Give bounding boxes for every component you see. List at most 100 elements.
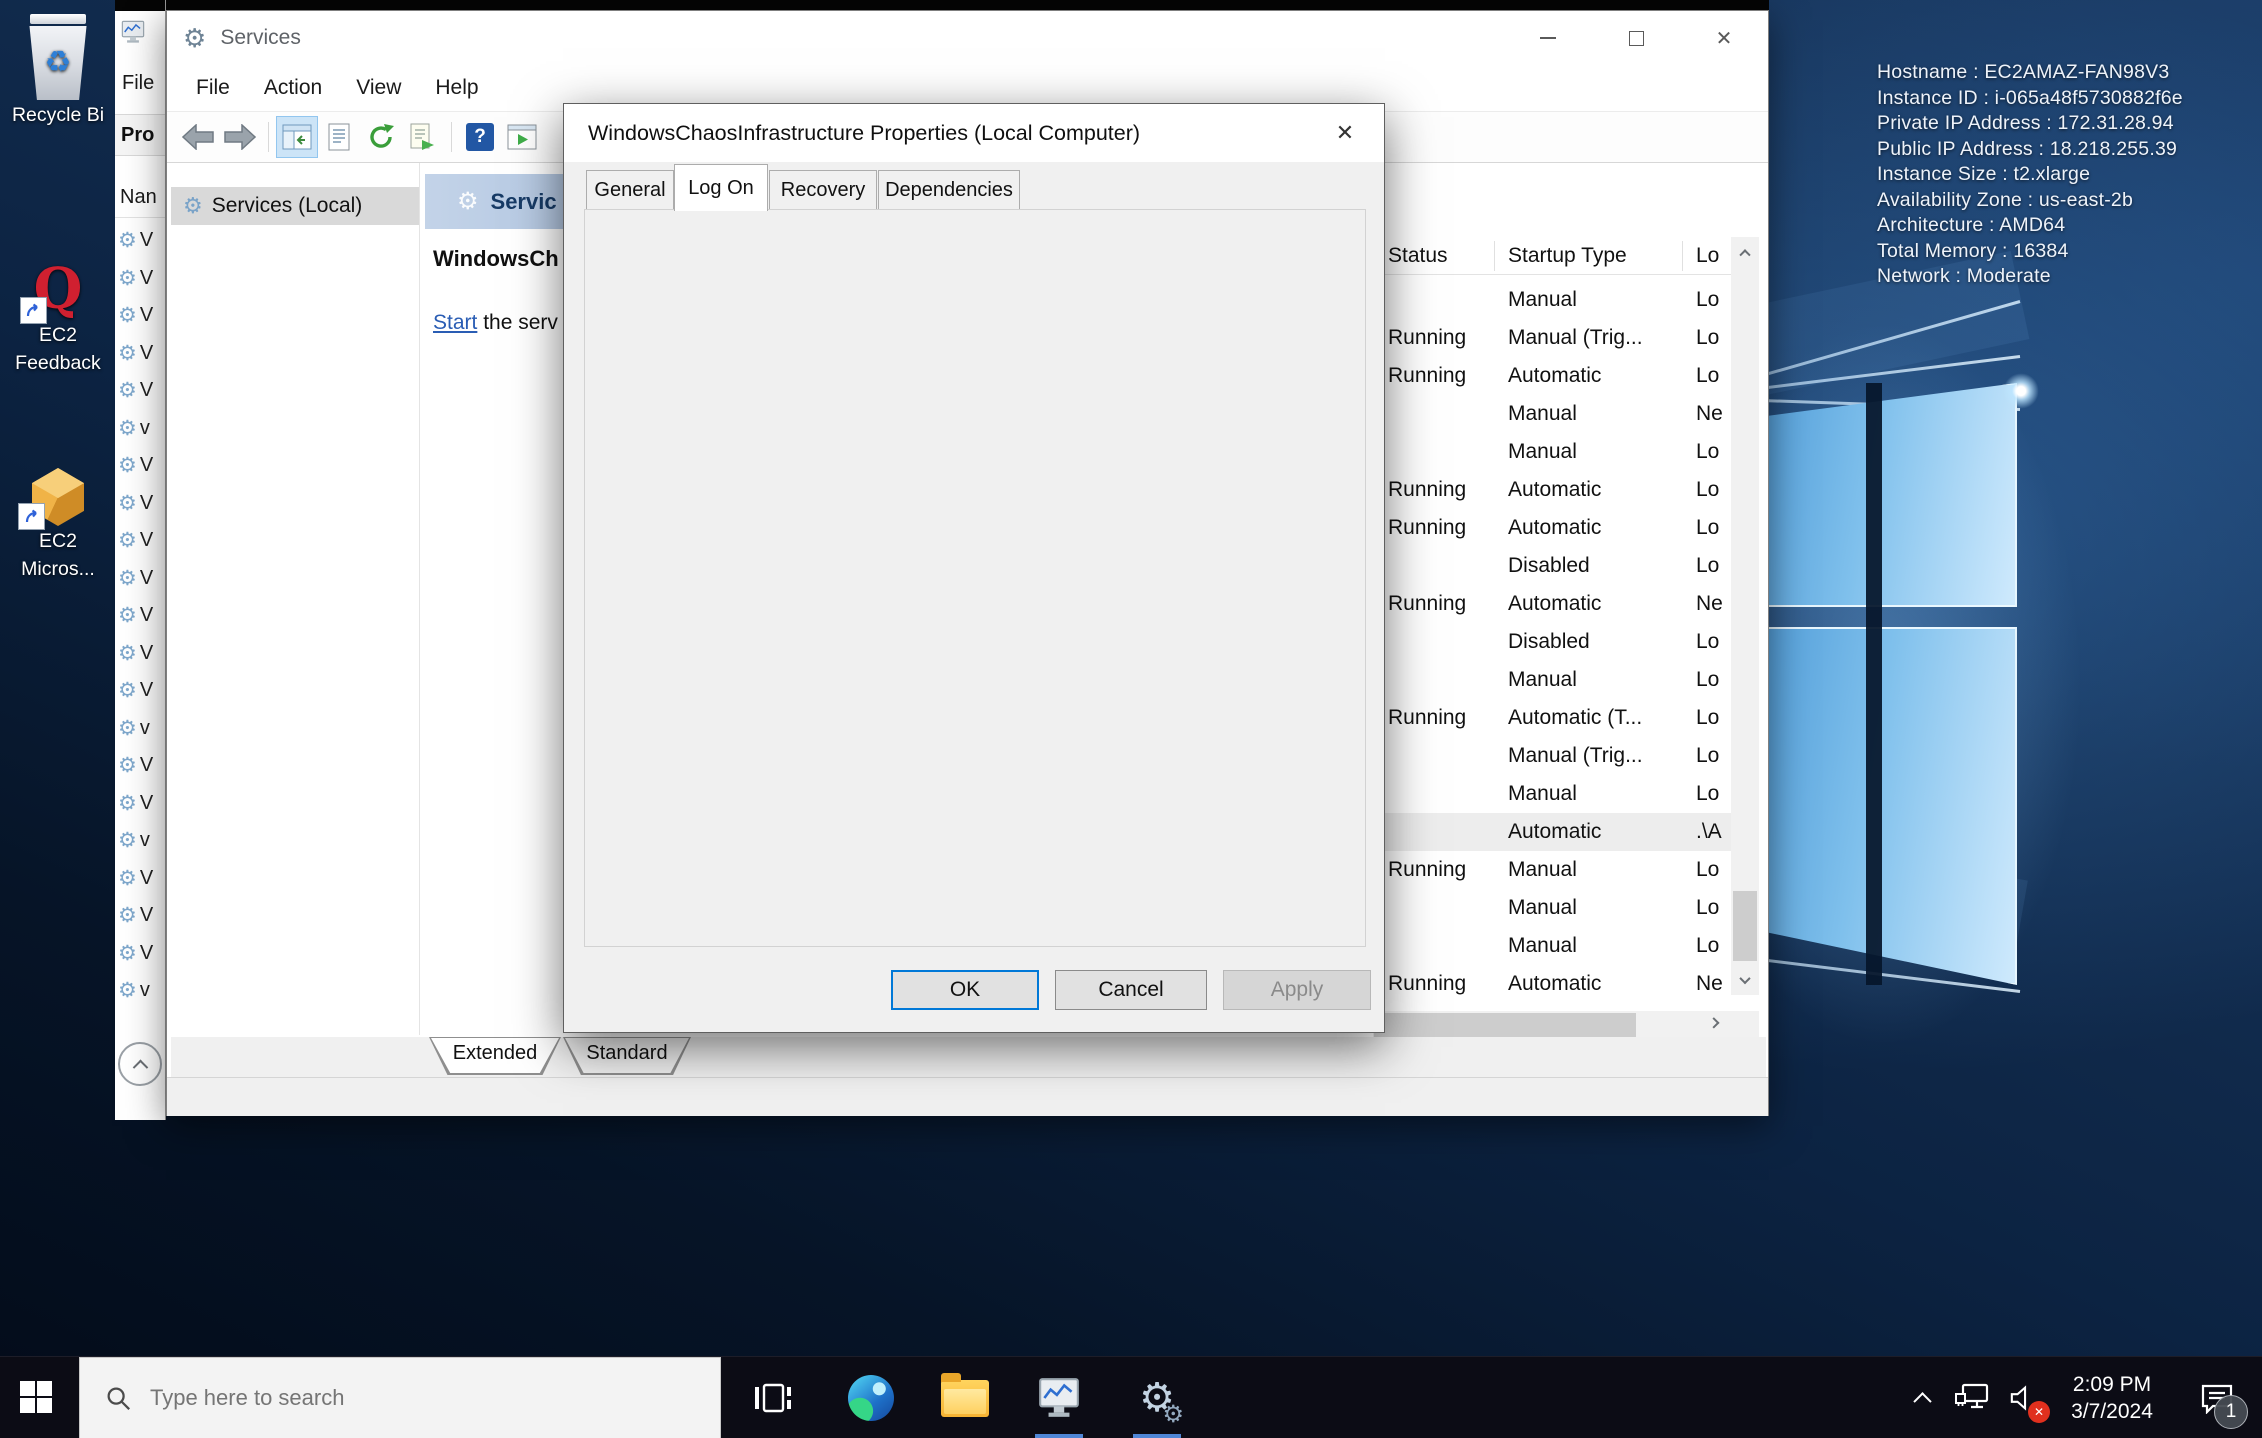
background-service-row[interactable]: ⚙ V (115, 897, 165, 935)
column-separator[interactable] (1494, 241, 1495, 271)
back-button[interactable] (177, 116, 219, 158)
start-button[interactable] (0, 1357, 74, 1438)
background-service-row[interactable]: ⚙ V (115, 935, 165, 973)
tree-item-services-local[interactable]: ⚙ Services (Local) (171, 187, 419, 225)
tab-general[interactable]: General (586, 170, 674, 210)
background-service-row[interactable]: ⚙ V (115, 260, 165, 298)
action-center-button[interactable]: 1 (2180, 1357, 2254, 1438)
background-service-row[interactable]: ⚙ V (115, 785, 165, 823)
services-taskbar-button[interactable]: ⚙ ⚙ (1122, 1357, 1192, 1438)
horizontal-scrollbar[interactable] (1374, 1011, 1731, 1039)
background-service-row[interactable]: ⚙ v (115, 822, 165, 860)
service-row[interactable]: Disabled Lo (1374, 623, 1731, 661)
ok-button[interactable]: OK (891, 970, 1039, 1010)
service-row[interactable]: Disabled Lo (1374, 547, 1731, 585)
background-service-row[interactable]: ⚙ V (115, 860, 165, 898)
service-row[interactable]: Manual Lo (1374, 927, 1731, 965)
tab-standard[interactable]: Standard (563, 1037, 691, 1075)
tab-recovery[interactable]: Recovery (769, 170, 877, 210)
background-service-row[interactable]: ⚙ V (115, 485, 165, 523)
background-service-row[interactable]: ⚙ V (115, 522, 165, 560)
edge-browser-button[interactable] (836, 1357, 906, 1438)
background-service-row[interactable]: ⚙ V (115, 672, 165, 710)
service-row[interactable]: Automatic .\A (1374, 813, 1731, 851)
file-explorer-button[interactable] (932, 1357, 998, 1438)
service-row[interactable]: Running Automatic Ne (1374, 585, 1731, 623)
tab-dependencies[interactable]: Dependencies (878, 170, 1020, 210)
taskbar-clock[interactable]: 2:09 PM 3/7/2024 (2052, 1357, 2172, 1438)
services-titlebar[interactable]: ⚙ Services ✕ (167, 11, 1768, 65)
taskbar-search[interactable] (79, 1357, 721, 1438)
service-row[interactable]: Running Automatic (T... Lo (1374, 699, 1731, 737)
apply-button[interactable]: Apply (1223, 970, 1371, 1010)
column-header-log-on-as[interactable]: Lo (1696, 237, 1719, 275)
service-row[interactable]: Manual Ne (1374, 395, 1731, 433)
service-row[interactable]: Manual Lo (1374, 281, 1731, 319)
background-window-name-column[interactable]: Nan (115, 178, 165, 218)
start-service-button[interactable] (501, 116, 543, 158)
desktop-icon-recycle-bin[interactable]: ♻ Recycle Bi (0, 14, 116, 128)
menu-item[interactable]: View (339, 76, 418, 100)
desktop-icon-ec2-feedback[interactable]: Q EC2 Feedback (0, 258, 116, 376)
cancel-button[interactable]: Cancel (1055, 970, 1207, 1010)
service-row[interactable]: Manual Lo (1374, 889, 1731, 927)
service-row[interactable]: Running Automatic Lo (1374, 357, 1731, 395)
background-service-row[interactable]: ⚙ V (115, 447, 165, 485)
background-service-row[interactable]: ⚙ V (115, 222, 165, 260)
column-header-startup-type[interactable]: Startup Type (1508, 237, 1627, 275)
task-view-button[interactable] (740, 1357, 806, 1438)
performance-monitor-button[interactable] (1026, 1357, 1092, 1438)
background-service-row[interactable]: ⚙ V (115, 635, 165, 673)
background-window-file-menu[interactable]: File (122, 72, 154, 95)
background-service-row[interactable]: ⚙ V (115, 597, 165, 635)
network-tray-button[interactable] (1948, 1357, 1998, 1438)
menu-item[interactable]: Help (418, 76, 495, 100)
background-service-row[interactable]: ⚙ V (115, 297, 165, 335)
refresh-button[interactable] (360, 116, 402, 158)
service-row[interactable]: Running Manual Lo (1374, 851, 1731, 889)
service-row[interactable]: Running Manual (Trig... Lo (1374, 319, 1731, 357)
background-service-row[interactable]: ⚙ V (115, 747, 165, 785)
scroll-right-arrow[interactable] (1701, 1011, 1731, 1039)
service-row[interactable]: Running Automatic Lo (1374, 509, 1731, 547)
column-header-status[interactable]: Status (1388, 237, 1448, 275)
scrollbar-thumb[interactable] (1733, 891, 1757, 961)
background-service-row[interactable]: ⚙ V (115, 560, 165, 598)
tray-expand-button[interactable] (1900, 1357, 1944, 1438)
service-row[interactable]: Running Automatic Lo (1374, 471, 1731, 509)
properties-button[interactable] (318, 116, 360, 158)
maximize-button[interactable] (1592, 11, 1680, 65)
column-separator[interactable] (1682, 241, 1683, 271)
background-service-row[interactable]: ⚙ V (115, 335, 165, 373)
scroll-up-arrow[interactable] (1731, 237, 1759, 267)
scroll-up-button[interactable] (118, 1042, 162, 1086)
desktop-icon-ec2-microsoft[interactable]: EC2 Micros... (0, 468, 116, 582)
background-service-row[interactable]: ⚙ V (115, 372, 165, 410)
show-console-tree-button[interactable] (276, 116, 318, 158)
search-input[interactable] (150, 1385, 670, 1411)
background-window-toolbar[interactable]: Pro (115, 114, 165, 156)
menu-item[interactable]: File (179, 76, 247, 100)
service-row[interactable]: Running Automatic Ne (1374, 965, 1731, 1003)
start-service-link[interactable]: Start (433, 311, 477, 334)
scroll-down-arrow[interactable] (1731, 965, 1759, 995)
help-button[interactable]: ? (459, 116, 501, 158)
dialog-titlebar[interactable]: WindowsChaosInfrastructure Properties (L… (564, 104, 1384, 162)
export-list-button[interactable] (402, 116, 444, 158)
menu-item[interactable]: Action (247, 76, 339, 100)
service-row[interactable]: Manual (Trig... Lo (1374, 737, 1731, 775)
service-row[interactable]: Manual Lo (1374, 433, 1731, 471)
vertical-scrollbar[interactable] (1731, 237, 1759, 995)
close-button[interactable]: ✕ (1680, 11, 1768, 65)
minimize-button[interactable] (1504, 11, 1592, 65)
tab-extended[interactable]: Extended (429, 1037, 561, 1075)
background-service-row[interactable]: ⚙ v (115, 710, 165, 748)
scrollbar-thumb[interactable] (1374, 1013, 1636, 1037)
volume-tray-button[interactable]: ✕ (2000, 1357, 2052, 1438)
dialog-close-button[interactable]: ✕ (1306, 104, 1384, 162)
tab-log-on[interactable]: Log On (674, 164, 768, 211)
background-service-row[interactable]: ⚙ v (115, 410, 165, 448)
service-row[interactable]: Manual Lo (1374, 661, 1731, 699)
background-service-row[interactable]: ⚙ v (115, 972, 165, 1010)
service-row[interactable]: Manual Lo (1374, 775, 1731, 813)
